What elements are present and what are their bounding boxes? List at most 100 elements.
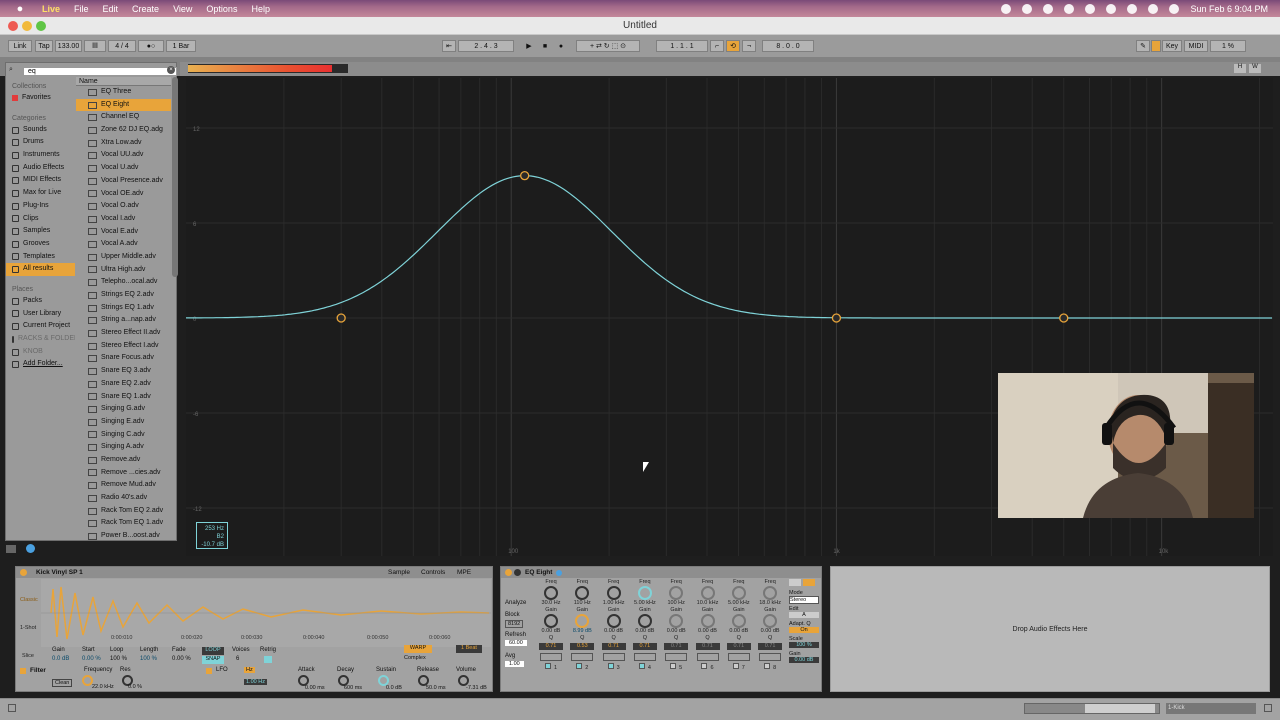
- warp-button[interactable]: WARP: [404, 645, 432, 653]
- filter-toggle[interactable]: [20, 668, 26, 674]
- computer-keyboard-button[interactable]: [1151, 40, 1161, 52]
- view-button-h[interactable]: H: [1234, 64, 1246, 73]
- param-start-value[interactable]: 0.00 %: [82, 656, 101, 662]
- freq-value[interactable]: 100 Hz: [662, 600, 690, 607]
- sidebar-item-knob[interactable]: KNOB: [6, 346, 75, 359]
- wifi-icon[interactable]: [1106, 3, 1117, 14]
- sidebar-item-samples[interactable]: Samples: [6, 225, 75, 238]
- sidebar-item-add-folder[interactable]: Add Folder...: [6, 358, 75, 371]
- browser-toggle-icon[interactable]: [6, 545, 16, 553]
- filter-type-selector[interactable]: [633, 653, 656, 661]
- play-button[interactable]: ▶: [522, 40, 536, 52]
- filter-type-selector[interactable]: [727, 653, 750, 661]
- lfo-hz-toggle[interactable]: Hz: [244, 667, 255, 673]
- list-item[interactable]: Singing A.adv: [76, 441, 171, 454]
- list-item[interactable]: String a...nap.adv: [76, 314, 171, 327]
- band-handle-4[interactable]: [1059, 313, 1069, 323]
- nudge-buttons[interactable]: ‖‖: [84, 40, 106, 52]
- list-item[interactable]: Vocal O.adv: [76, 200, 171, 213]
- block-menu[interactable]: 8192: [505, 620, 524, 628]
- tab-sample[interactable]: Sample: [388, 569, 410, 576]
- list-item[interactable]: Strings EQ 2.adv: [76, 289, 171, 302]
- loop-toggle[interactable]: ⟲: [726, 40, 740, 52]
- gain-value[interactable]: 0.00 dB: [537, 628, 565, 635]
- list-item[interactable]: Upper Middle.adv: [76, 251, 171, 264]
- filter-type[interactable]: Clean: [52, 679, 73, 687]
- lfo-rate-value[interactable]: 1.00 Hz: [244, 679, 267, 685]
- param-fade-value[interactable]: 0.00 %: [172, 656, 191, 662]
- freq-knob[interactable]: [637, 586, 652, 600]
- search-icon[interactable]: ⌕: [9, 66, 13, 74]
- freq-knob[interactable]: [700, 586, 715, 600]
- freq-knob[interactable]: [606, 586, 621, 600]
- control-center-icon[interactable]: [1169, 3, 1180, 14]
- status-icon[interactable]: [1085, 3, 1096, 14]
- device-power-icon[interactable]: [20, 569, 27, 576]
- gain-knob[interactable]: [544, 614, 558, 628]
- list-item[interactable]: Channel EQ: [76, 111, 171, 124]
- res-value[interactable]: 0.0 %: [128, 684, 142, 690]
- warp-beat-field[interactable]: 1 Beat: [456, 645, 482, 653]
- sidebar-item-midi-effects[interactable]: MIDI Effects: [6, 174, 75, 187]
- tempo-field[interactable]: 133.00: [55, 40, 82, 52]
- sidebar-item-racks-folders[interactable]: RACKS & FOLDERS: [6, 333, 75, 346]
- filter-type-selector[interactable]: [759, 653, 782, 661]
- menu-app[interactable]: Live: [42, 4, 60, 14]
- browser-search-input[interactable]: eq: [23, 67, 177, 76]
- list-item[interactable]: Rack Tom EQ 1.adv: [76, 517, 171, 530]
- apple-icon[interactable]: ●: [12, 3, 28, 15]
- sidebar-item-sounds[interactable]: Sounds: [6, 124, 75, 137]
- sidebar-item-drums[interactable]: Drums: [6, 136, 75, 149]
- sidebar-item-current-project[interactable]: Current Project: [6, 320, 75, 333]
- list-item[interactable]: Vocal A.adv: [76, 238, 171, 251]
- band-on-toggle[interactable]: [544, 663, 551, 669]
- gain-value[interactable]: 0.00 dB: [600, 628, 628, 635]
- gain-value[interactable]: 0.00 dB: [662, 628, 690, 635]
- tap-button[interactable]: Tap: [35, 40, 53, 52]
- list-item[interactable]: Telepho...ocal.adv: [76, 276, 171, 289]
- band-handle-1[interactable]: [336, 313, 346, 323]
- sidebar-item-plugins[interactable]: Plug-Ins: [6, 200, 75, 213]
- band-on-toggle[interactable]: [732, 663, 739, 669]
- gain-knob[interactable]: [731, 614, 746, 628]
- freq-knob[interactable]: [575, 586, 590, 600]
- view-button-w[interactable]: W: [1249, 64, 1261, 73]
- gain-value[interactable]: 0.00 dB: [725, 628, 753, 635]
- menu-edit[interactable]: Edit: [103, 4, 119, 14]
- freq-value[interactable]: 30.0 Hz: [537, 600, 565, 607]
- loop-toggle[interactable]: LOOP: [202, 647, 224, 655]
- browser-scrollbar[interactable]: [172, 77, 178, 277]
- decay-value[interactable]: 600 ms: [344, 685, 362, 691]
- sidebar-item-instruments[interactable]: Instruments: [6, 149, 75, 162]
- zoom-overview-region[interactable]: [1085, 704, 1155, 713]
- freq-value[interactable]: 5.00 kHz: [631, 600, 659, 607]
- menu-file[interactable]: File: [74, 4, 89, 14]
- sample-waveform[interactable]: [41, 579, 491, 647]
- q-value[interactable]: 0.71: [695, 643, 720, 650]
- refresh-value[interactable]: 60.00: [505, 640, 527, 646]
- freq-knob[interactable]: [763, 586, 778, 600]
- list-item[interactable]: Singing E.adv: [76, 416, 171, 429]
- expand-icon[interactable]: [514, 569, 521, 576]
- name-column-header[interactable]: Name: [76, 77, 171, 86]
- band-on-toggle[interactable]: [670, 663, 677, 669]
- list-item[interactable]: Power B...oost.adv: [76, 530, 171, 541]
- band-on-toggle[interactable]: [607, 663, 614, 669]
- clip-overview-strip[interactable]: H W: [180, 62, 1280, 76]
- list-item[interactable]: EQ Eight: [76, 98, 171, 112]
- gain-knob[interactable]: [669, 614, 684, 628]
- song-position[interactable]: 2 . 4 . 3: [458, 40, 514, 52]
- filter-type-selector[interactable]: [540, 653, 562, 661]
- list-item[interactable]: Strings EQ 1.adv: [76, 302, 171, 315]
- list-item[interactable]: Vocal U.adv: [76, 162, 171, 175]
- status-icon[interactable]: [1022, 3, 1033, 14]
- list-item[interactable]: Remove Mud.adv: [76, 479, 171, 492]
- quantize-menu[interactable]: 1 Bar: [166, 40, 196, 52]
- band-handle-3[interactable]: [831, 313, 842, 323]
- sustain-value[interactable]: 0.0 dB: [386, 685, 402, 691]
- gain-knob[interactable]: [606, 614, 621, 628]
- band-handle-2[interactable]: [520, 171, 530, 181]
- lfo-toggle[interactable]: [206, 668, 212, 674]
- metronome-button[interactable]: ●○: [138, 40, 164, 52]
- tab-controls[interactable]: Controls: [421, 569, 445, 576]
